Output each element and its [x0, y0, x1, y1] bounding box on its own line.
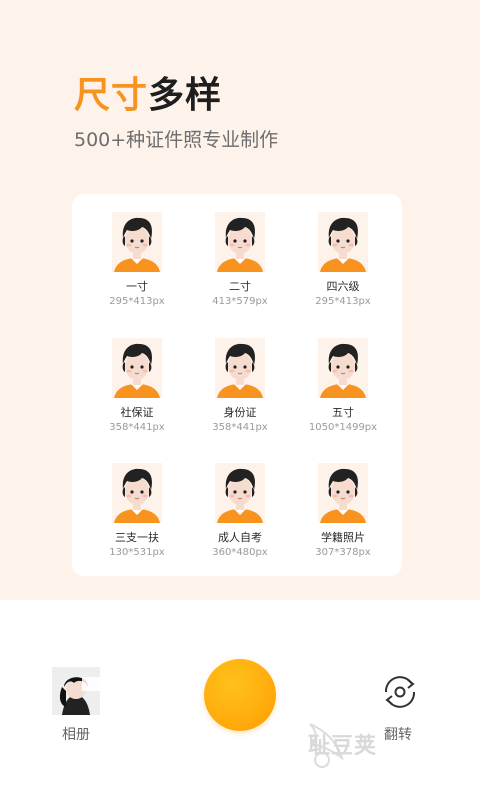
avatar-photo [318, 338, 368, 398]
flip-label: 翻转 [384, 727, 412, 743]
size-name: 学籍照片 [321, 531, 365, 544]
size-name: 社保证 [120, 406, 154, 419]
size-option-1[interactable]: 一寸 295*413px [87, 212, 187, 308]
size-dimensions: 358*441px [212, 422, 268, 433]
size-name: 五寸 [332, 406, 354, 419]
album-label: 相册 [62, 727, 90, 743]
size-option-5[interactable]: 身份证 358*441px [190, 338, 290, 434]
page-title: 尺寸多样 [74, 66, 222, 118]
size-dimensions: 130*531px [109, 547, 165, 558]
rotate-camera-icon [384, 676, 416, 708]
title-accent: 尺寸 [74, 75, 149, 116]
size-option-2[interactable]: 二寸 413*579px [190, 212, 290, 308]
size-name: 一寸 [126, 280, 148, 293]
size-dimensions: 1050*1499px [308, 422, 378, 433]
album-button[interactable] [52, 667, 114, 717]
avatar-photo [215, 212, 265, 272]
avatar-photo [112, 212, 162, 272]
size-name: 二寸 [229, 280, 251, 293]
avatar-photo [112, 463, 162, 523]
size-option-8[interactable]: 成人自考 360*480px [190, 463, 290, 559]
shutter-button[interactable] [204, 659, 276, 731]
avatar-photo [112, 338, 162, 398]
watermark-text: 耻豆荚 [308, 734, 378, 759]
album-thumbnail [52, 667, 100, 715]
size-dimensions: 295*413px [109, 296, 165, 307]
size-dimensions: 295*413px [315, 296, 371, 307]
size-name: 三支一扶 [115, 531, 159, 544]
size-option-4[interactable]: 社保证 358*441px [87, 338, 187, 434]
size-option-6[interactable]: 五寸 1050*1499px [293, 338, 393, 434]
avatar-photo [215, 463, 265, 523]
avatar-photo [318, 212, 368, 272]
avatar-photo [215, 338, 265, 398]
flip-camera-button[interactable] [378, 670, 422, 714]
size-dimensions: 358*441px [109, 422, 165, 433]
title-rest: 多样 [148, 75, 223, 116]
size-option-7[interactable]: 三支一扶 130*531px [87, 463, 187, 559]
size-option-9[interactable]: 学籍照片 307*378px [293, 463, 393, 559]
size-grid-card: 一寸 295*413px 二寸 413*579px 四六级 295*413px [72, 194, 402, 576]
size-option-3[interactable]: 四六级 295*413px [293, 212, 393, 308]
page-subtitle: 500+种证件照专业制作 [74, 129, 279, 151]
size-name: 身份证 [223, 406, 257, 419]
avatar-photo [318, 463, 368, 523]
size-dimensions: 307*378px [315, 547, 371, 558]
size-dimensions: 413*579px [212, 296, 268, 307]
size-name: 成人自考 [218, 531, 262, 544]
size-name: 四六级 [326, 280, 360, 293]
size-dimensions: 360*480px [212, 547, 268, 558]
